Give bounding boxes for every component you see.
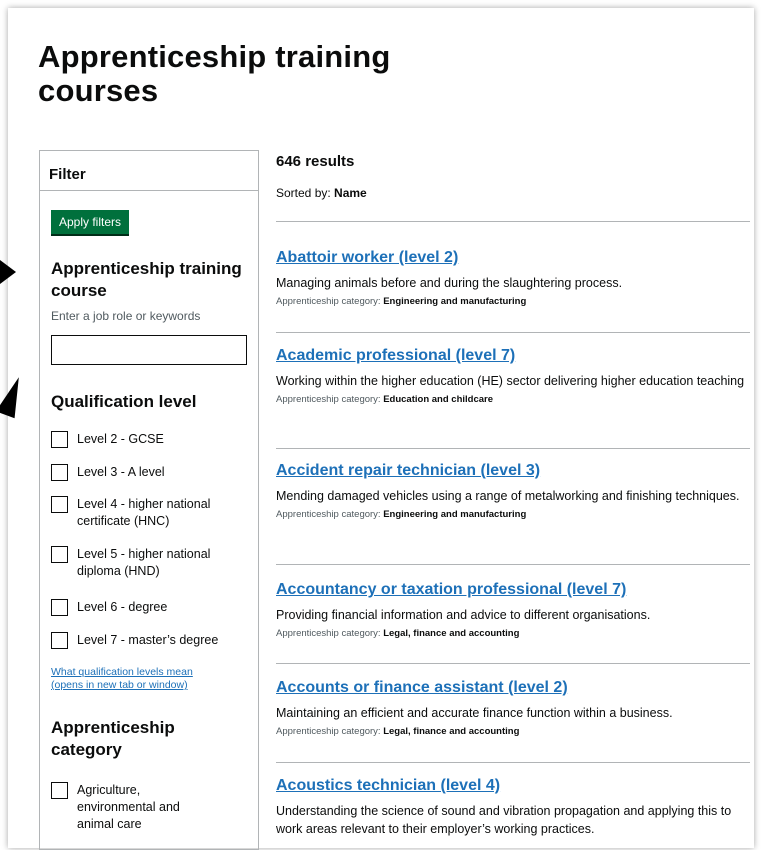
checkbox-label: Agriculture, environmental and animal ca… — [77, 783, 180, 831]
apply-filters-button[interactable]: Apply filters — [51, 210, 130, 236]
sort-value: Name — [334, 186, 367, 200]
checkbox[interactable] — [51, 599, 68, 616]
filter-panel: Filter Apply filters Apprenticeship trai… — [39, 150, 259, 850]
result-category-value: Legal, finance and accounting — [383, 726, 520, 737]
checkbox-label: Level 5 - higher national diploma (HND) — [77, 547, 211, 578]
result-item: Accident repair technician (level 3) Men… — [276, 461, 750, 522]
category-filter-title: Apprenticeship category — [51, 718, 175, 759]
checkbox-label: Level 2 - GCSE — [77, 432, 164, 446]
qualification-option-level-2[interactable]: Level 2 - GCSE — [51, 431, 251, 448]
qualification-filter-title: Qualification level — [51, 392, 197, 411]
category-option-agriculture[interactable]: Agriculture, environmental and animal ca… — [51, 782, 211, 833]
result-item: Academic professional (level 7) Working … — [276, 346, 750, 407]
result-title-link[interactable]: Academic professional (level 7) — [276, 346, 750, 366]
qualification-levels-help-link[interactable]: What qualification levels mean (opens in… — [51, 666, 221, 692]
qualification-option-level-7[interactable]: Level 7 - master’s degree — [51, 632, 251, 649]
result-item: Abattoir worker (level 2) Managing anima… — [276, 248, 750, 309]
result-category-value: Education and childcare — [383, 394, 494, 405]
result-description: Providing financial information and advi… — [276, 608, 651, 622]
result-description: Mending damaged vehicles using a range o… — [276, 489, 740, 503]
course-filter-title: Apprenticeship training course — [51, 259, 242, 300]
result-category-value: Engineering and manufacturing — [383, 296, 527, 307]
checkbox[interactable] — [51, 431, 68, 448]
filter-heading: Filter — [40, 151, 258, 191]
result-category: Apprenticeship category: Engineering and… — [276, 508, 750, 522]
course-filter-hint: Enter a job role or keywords — [51, 309, 201, 323]
result-category-prefix: Apprenticeship category: — [276, 726, 381, 737]
annotation-arrow-icon — [0, 260, 16, 284]
divider — [276, 663, 750, 664]
divider — [276, 564, 750, 565]
checkbox-label: Level 4 - higher national certificate (H… — [77, 497, 211, 528]
checkbox[interactable] — [51, 782, 68, 799]
qualification-option-level-3[interactable]: Level 3 - A level — [51, 464, 251, 481]
qualification-option-level-5[interactable]: Level 5 - higher national diploma (HND) — [51, 546, 221, 580]
result-item: Accounts or finance assistant (level 2) … — [276, 678, 750, 739]
result-title-link[interactable]: Accident repair technician (level 3) — [276, 461, 750, 481]
divider — [276, 448, 750, 449]
result-title-link[interactable]: Abattoir worker (level 2) — [276, 248, 750, 268]
result-description: Managing animals before and during the s… — [276, 276, 623, 290]
divider — [276, 762, 750, 763]
checkbox[interactable] — [51, 546, 68, 563]
divider — [276, 221, 750, 222]
page-title: Apprenticeship training courses — [38, 39, 391, 108]
result-category: Apprenticeship category: Education and c… — [276, 393, 750, 407]
checkbox[interactable] — [51, 496, 68, 513]
result-description: Understanding the science of sound and v… — [276, 804, 732, 836]
result-title-link[interactable]: Accounts or finance assistant (level 2) — [276, 678, 750, 698]
sort-indicator: Sorted by: Name — [276, 186, 367, 200]
result-category-prefix: Apprenticeship category: — [276, 394, 381, 405]
result-description: Working within the higher education (HE)… — [276, 374, 745, 388]
result-category-prefix: Apprenticeship category: — [276, 296, 381, 307]
page-card: Apprenticeship training courses Filter A… — [0, 8, 754, 850]
results-count: 646 results — [276, 153, 355, 170]
checkbox-label: Level 6 - degree — [77, 600, 168, 614]
checkbox-label: Level 7 - master’s degree — [77, 633, 219, 647]
result-item: Acoustics technician (level 4) Understan… — [276, 776, 750, 841]
result-item: Accountancy or taxation professional (le… — [276, 580, 750, 641]
result-category: Apprenticeship category: Legal, finance … — [276, 627, 750, 641]
result-description: Maintaining an efficient and accurate fi… — [276, 706, 673, 720]
result-category-prefix: Apprenticeship category: — [276, 509, 381, 520]
result-category-value: Engineering and manufacturing — [383, 509, 527, 520]
qualification-option-level-6[interactable]: Level 6 - degree — [51, 599, 251, 616]
checkbox[interactable] — [51, 632, 68, 649]
result-title-link[interactable]: Acoustics technician (level 4) — [276, 776, 750, 796]
sort-prefix: Sorted by: — [276, 186, 331, 200]
qualification-option-level-4[interactable]: Level 4 - higher national certificate (H… — [51, 496, 221, 530]
result-category: Apprenticeship category: Legal, finance … — [276, 725, 750, 739]
checkbox-label: Level 3 - A level — [77, 465, 165, 479]
result-category: Apprenticeship category: Engineering and… — [276, 295, 750, 309]
divider — [276, 332, 750, 333]
result-category-prefix: Apprenticeship category: — [276, 628, 381, 639]
checkbox[interactable] — [51, 464, 68, 481]
course-search-input[interactable] — [51, 335, 247, 365]
result-title-link[interactable]: Accountancy or taxation professional (le… — [276, 580, 750, 600]
result-category-value: Legal, finance and accounting — [383, 628, 520, 639]
annotation-arrow-icon — [0, 373, 29, 419]
